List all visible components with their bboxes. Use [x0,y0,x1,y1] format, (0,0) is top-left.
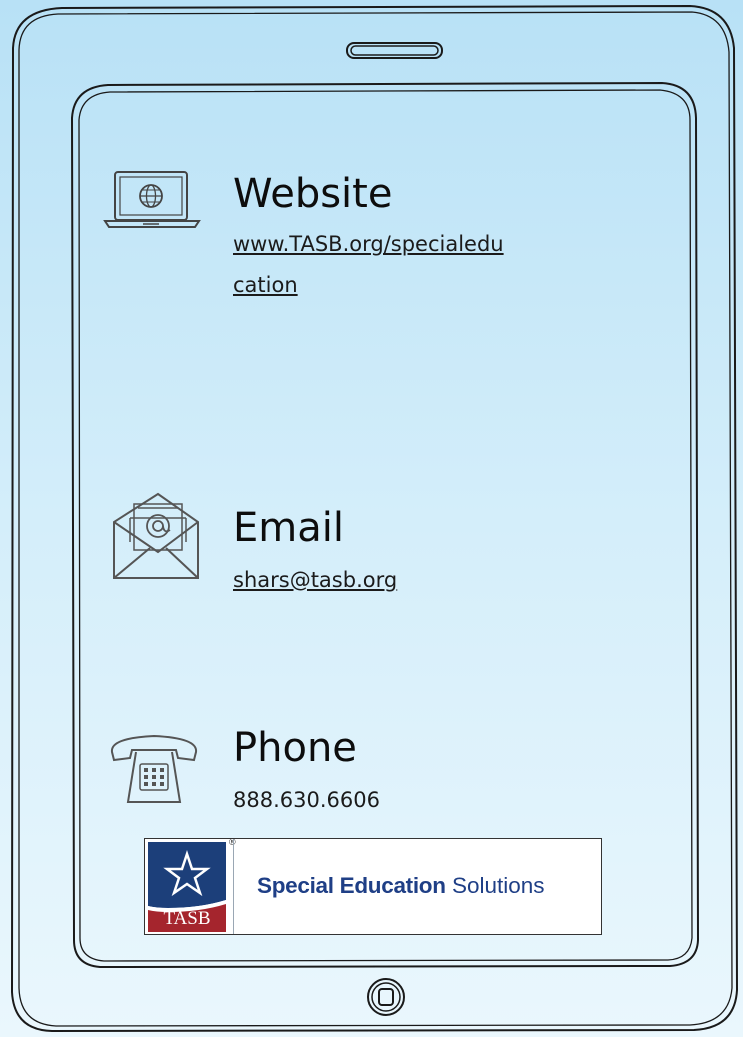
website-link-line2[interactable]: cation [233,265,593,306]
desk-telephone-icon [110,734,198,803]
website-link-line1[interactable]: www.TASB.org/specialedu [233,224,593,265]
open-envelope-at-icon [113,492,199,579]
laptop-globe-icon [103,171,201,228]
email-heading: Email [233,505,344,551]
website-heading: Website [233,171,393,217]
speaker-slot-icon [346,42,443,59]
brand-bold: Special Education [257,873,446,898]
logo-divider [233,839,234,934]
home-button-icon[interactable] [364,975,408,1019]
website-link[interactable]: www.TASB.org/specialedu cation [233,224,593,306]
brand-light: Solutions [451,873,545,898]
tasb-org-text: TASB [163,908,211,929]
brand-text: Special Education Solutions [257,873,545,898]
phone-heading: Phone [233,725,357,771]
phone-number: 888.630.6606 [233,788,380,812]
tasb-logo-banner: TASB ® Special Education Solutions [144,837,602,935]
email-link[interactable]: shars@tasb.org [233,560,397,601]
